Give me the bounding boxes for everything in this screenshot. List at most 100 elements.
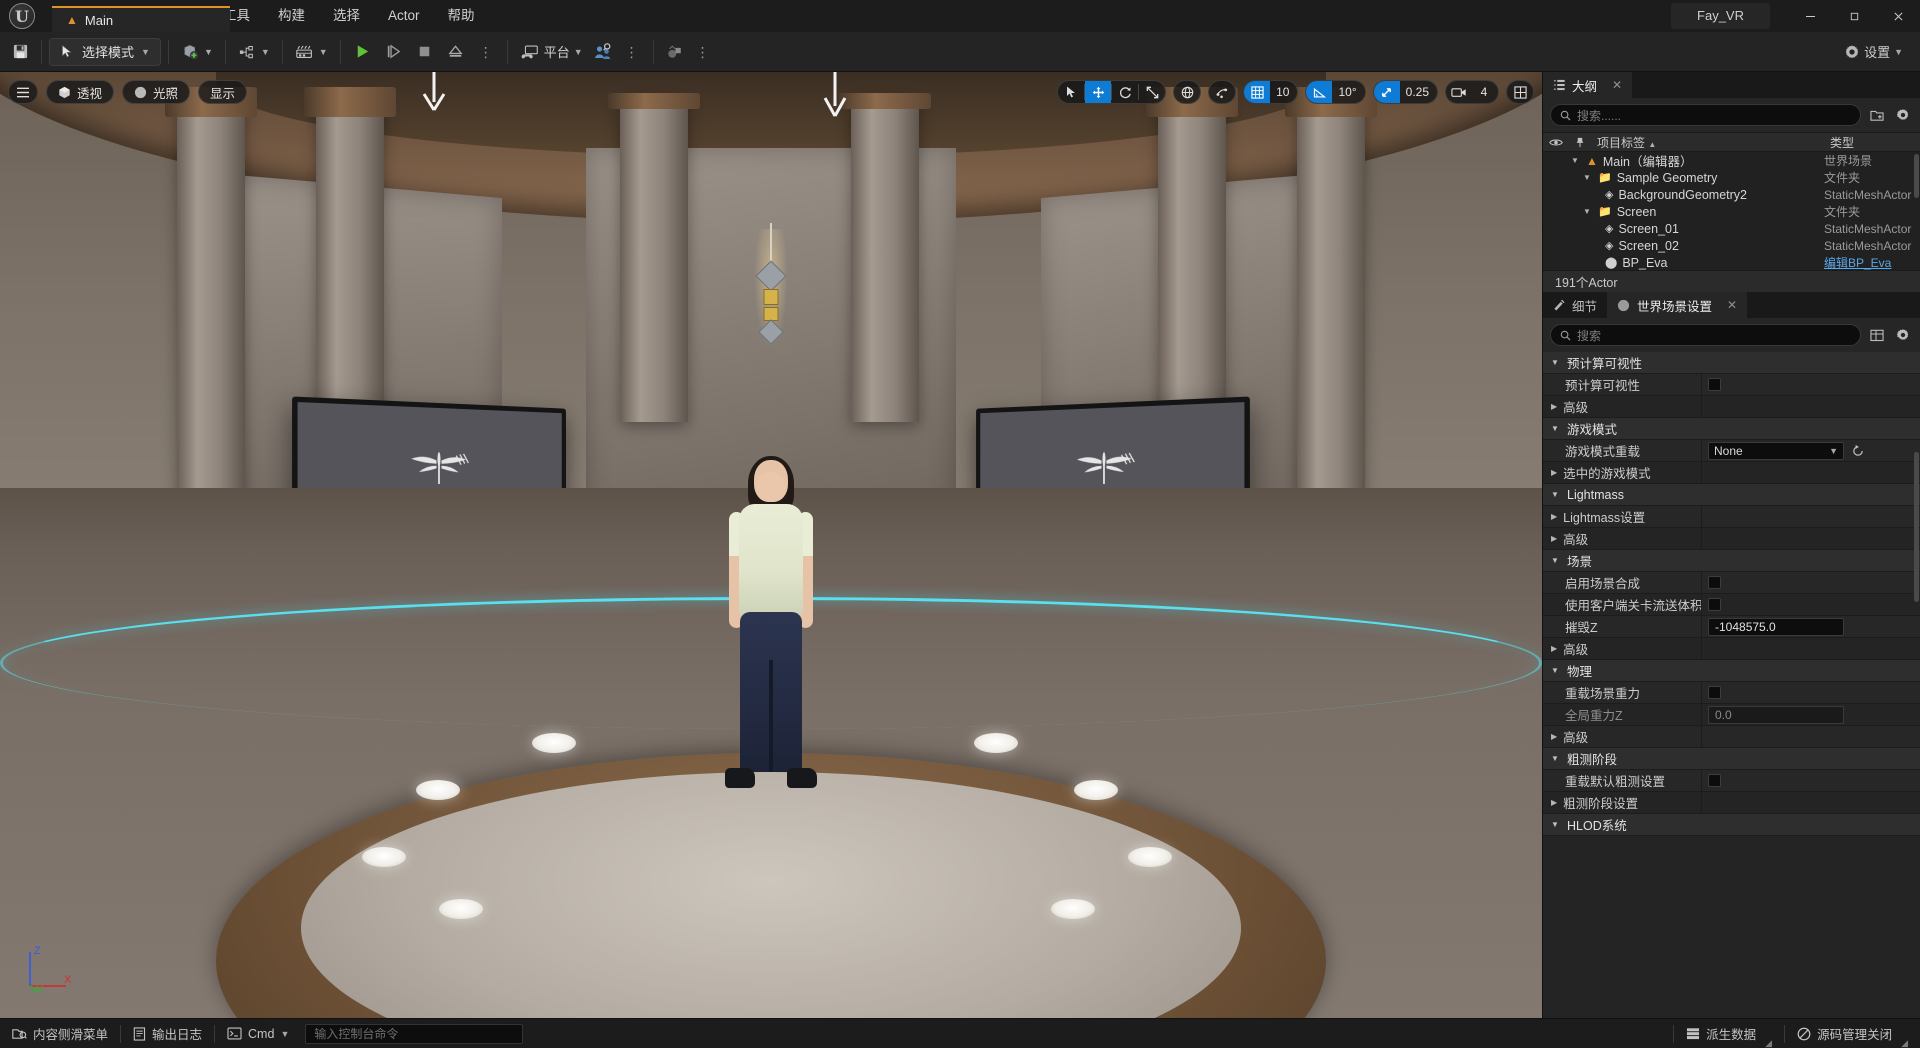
twisty-right-icon[interactable]: ▶ xyxy=(1551,732,1557,741)
cmd-dropdown[interactable]: Cmd ▼ xyxy=(215,1019,301,1048)
console-command-input[interactable]: 输入控制台命令 xyxy=(305,1023,524,1044)
derived-data-button[interactable]: 派生数据 ◢ xyxy=(1674,1019,1784,1048)
content-drawer-button[interactable]: 内容侧滑菜单 xyxy=(0,1019,120,1048)
reset-to-default-icon[interactable] xyxy=(1850,443,1866,459)
outliner-row-main[interactable]: ▼ ▲ Main（编辑器） 世界场景 xyxy=(1543,152,1920,170)
outliner-row-screen-01[interactable]: ◈ Screen_01 StaticMeshActor xyxy=(1543,220,1920,237)
outliner-visibility-column[interactable] xyxy=(1543,138,1569,147)
category-hlod-system[interactable]: ▼ HLOD系统 xyxy=(1543,814,1920,836)
outliner-name-column[interactable]: 项目标签 ▲ xyxy=(1591,134,1824,151)
outliner-type-column[interactable]: 类型 xyxy=(1824,134,1920,151)
scale-snap-toggle[interactable] xyxy=(1373,81,1400,103)
twisty-icon[interactable]: ▼ xyxy=(1569,156,1581,165)
translate-tool[interactable] xyxy=(1085,81,1112,103)
resize-grip-icon[interactable]: ◢ xyxy=(1901,1038,1908,1048)
twisty-icon[interactable]: ▼ xyxy=(1551,490,1561,499)
property-advanced-2[interactable]: ▶ 高级 xyxy=(1543,527,1920,550)
select-mode-dropdown[interactable]: 选择模式 ▼ xyxy=(49,37,161,66)
multiuser-options-button[interactable]: ⋮ xyxy=(618,38,646,66)
outliner-search-input[interactable]: 搜索...... xyxy=(1550,104,1861,126)
close-button[interactable] xyxy=(1876,0,1920,32)
category-lightmass[interactable]: ▼ Lightmass xyxy=(1543,484,1920,506)
camera-speed-value[interactable]: 4 xyxy=(1472,81,1498,103)
play-options-button[interactable]: ⋮ xyxy=(472,38,500,66)
outliner-row-backgroundgeometry2[interactable]: ◈ BackgroundGeometry2 StaticMeshActor xyxy=(1543,186,1920,203)
menu-select[interactable]: 选择 xyxy=(319,0,374,32)
menu-build[interactable]: 构建 xyxy=(264,0,319,32)
maximize-button[interactable] xyxy=(1832,0,1876,32)
twisty-right-icon[interactable]: ▶ xyxy=(1551,534,1557,543)
twisty-right-icon[interactable]: ▶ xyxy=(1551,798,1557,807)
global-gravity-z-input[interactable]: 0.0 xyxy=(1708,705,1844,724)
property-selected-gamemode[interactable]: ▶ 选中的游戏模式 xyxy=(1543,461,1920,484)
outliner-scrollbar[interactable] xyxy=(1914,154,1919,198)
outliner-settings-button[interactable] xyxy=(1893,105,1913,125)
close-icon[interactable]: ✕ xyxy=(1727,298,1737,312)
level-viewport[interactable]: Fay数字人 https://github.com/TheRamU/Fay xyxy=(0,72,1542,1018)
scale-tool[interactable] xyxy=(1139,81,1165,103)
checkbox[interactable] xyxy=(1708,774,1721,787)
property-lightmass-settings[interactable]: ▶ Lightmass设置 xyxy=(1543,505,1920,528)
twisty-icon[interactable]: ▼ xyxy=(1551,424,1561,433)
viewport-camera-perspective[interactable]: 透视 xyxy=(46,80,115,104)
blueprints-button[interactable]: ▼ xyxy=(233,38,275,66)
details-scrollbar[interactable] xyxy=(1914,452,1919,602)
property-advanced-3[interactable]: ▶ 高级 xyxy=(1543,637,1920,660)
close-icon[interactable]: ✕ xyxy=(1612,78,1622,92)
checkbox[interactable] xyxy=(1708,576,1721,589)
multiuser-button[interactable] xyxy=(588,38,618,66)
property-broadphase-settings[interactable]: ▶ 粗测阶段设置 xyxy=(1543,791,1920,814)
source-control-button[interactable]: 源码管理关闭 ◢ xyxy=(1785,1019,1920,1048)
world-space-toggle[interactable] xyxy=(1174,81,1200,103)
add-actor-button[interactable]: ▼ xyxy=(176,38,218,66)
resize-grip-icon[interactable]: ◢ xyxy=(1765,1038,1772,1048)
save-button[interactable] xyxy=(6,38,34,66)
twisty-right-icon[interactable]: ▶ xyxy=(1551,402,1557,411)
twisty-icon[interactable]: ▼ xyxy=(1581,207,1593,216)
outliner-add-folder-button[interactable] xyxy=(1867,105,1887,125)
output-log-button[interactable]: 输出日志 xyxy=(121,1019,214,1048)
outliner-pin-column[interactable] xyxy=(1569,137,1591,148)
checkbox[interactable] xyxy=(1708,378,1721,391)
menu-help[interactable]: 帮助 xyxy=(434,0,489,32)
select-tool[interactable] xyxy=(1058,81,1084,103)
category-precomputed-visibility[interactable]: ▼ 预计算可视性 xyxy=(1543,352,1920,374)
gamemode-override-combo[interactable]: None ▼ xyxy=(1708,441,1844,460)
eject-button[interactable] xyxy=(441,38,470,66)
cinematics-button[interactable]: ▼ xyxy=(290,38,333,66)
stop-button[interactable] xyxy=(410,38,439,66)
twisty-right-icon[interactable]: ▶ xyxy=(1551,644,1557,653)
grid-snap-toggle[interactable] xyxy=(1244,81,1271,103)
level-tab-main[interactable]: ▲ Main xyxy=(52,6,230,32)
skip-button[interactable] xyxy=(379,38,408,66)
twisty-icon[interactable]: ▼ xyxy=(1551,358,1561,367)
category-physics[interactable]: ▼ 物理 xyxy=(1543,660,1920,682)
twisty-right-icon[interactable]: ▶ xyxy=(1551,512,1557,521)
kill-z-input[interactable]: -1048575.0 xyxy=(1708,617,1844,636)
play-button[interactable] xyxy=(348,38,377,66)
surface-snap-toggle[interactable] xyxy=(1209,81,1235,103)
outliner-row-bp-eva[interactable]: ⬤ BP_Eva 编辑BP_Eva xyxy=(1543,254,1920,271)
category-world[interactable]: ▼ 场景 xyxy=(1543,550,1920,572)
outliner-row-screen-folder[interactable]: ▼ 📁 Screen 文件夹 xyxy=(1543,203,1920,220)
tab-outliner[interactable]: 大纲 ✕ xyxy=(1543,72,1633,98)
twisty-icon[interactable]: ▼ xyxy=(1551,754,1561,763)
virtual-production-button[interactable] xyxy=(661,38,689,66)
rotation-snap-value[interactable]: 10° xyxy=(1332,81,1364,103)
outliner-row-sample-geometry[interactable]: ▼ 📁 Sample Geometry 文件夹 xyxy=(1543,169,1920,186)
viewport-show-menu[interactable]: 显示 xyxy=(198,80,248,104)
grid-snap-value[interactable]: 10 xyxy=(1270,81,1297,103)
world-settings-property-list[interactable]: ▼ 预计算可视性 预计算可视性 ▶ 高级 ▼ 游戏模式 游戏模式重载 None … xyxy=(1543,352,1920,1018)
virtual-production-options-button[interactable]: ⋮ xyxy=(689,38,717,66)
twisty-icon[interactable]: ▼ xyxy=(1551,556,1561,565)
scene-character-eva[interactable] xyxy=(723,455,819,815)
camera-icon-wrap[interactable] xyxy=(1446,81,1472,103)
outliner-row-edit-link[interactable]: 编辑BP_Eva xyxy=(1824,254,1920,270)
platforms-button[interactable]: 平台 ▼ xyxy=(515,38,588,66)
twisty-icon[interactable]: ▼ xyxy=(1581,173,1593,182)
settings-button[interactable]: 设置 ▼ xyxy=(1839,38,1908,66)
checkbox[interactable] xyxy=(1708,686,1721,699)
details-column-toggle-button[interactable] xyxy=(1867,325,1887,345)
outliner-row-screen-02[interactable]: ◈ Screen_02 StaticMeshActor xyxy=(1543,237,1920,254)
outliner-tree[interactable]: ▼ ▲ Main（编辑器） 世界场景 ▼ 📁 Sample Geometry 文… xyxy=(1543,152,1920,270)
